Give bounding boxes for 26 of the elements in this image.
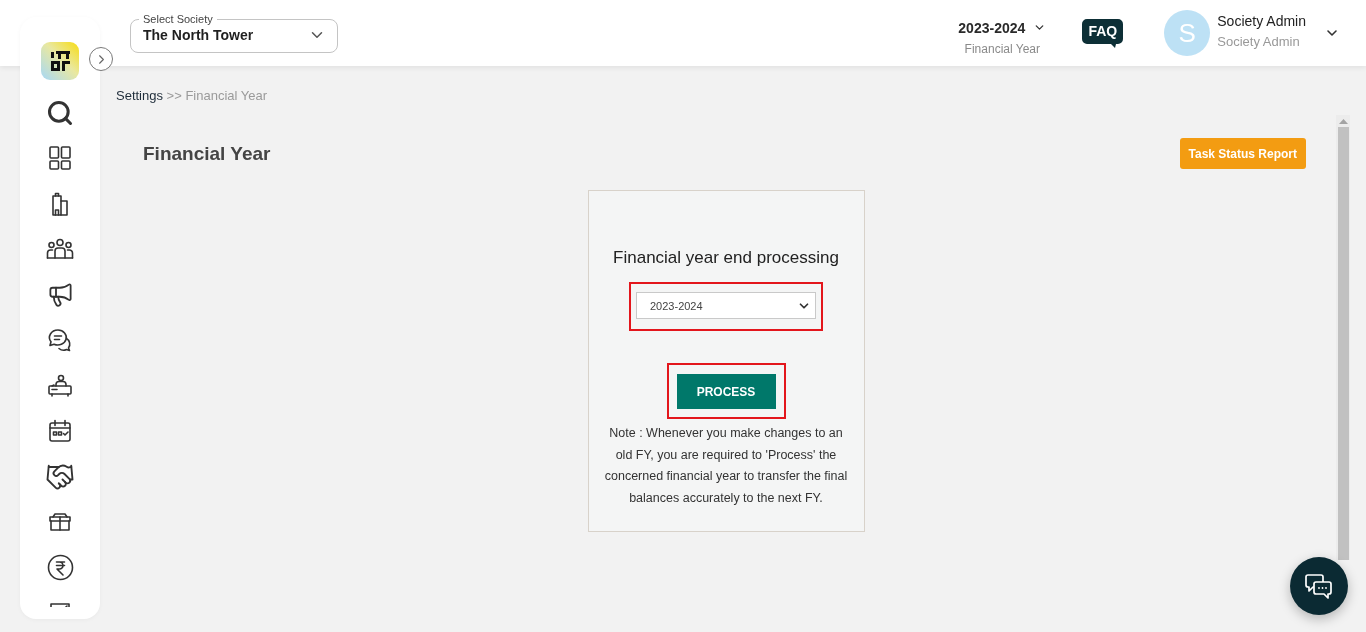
scrollbar-thumb[interactable] [1337, 127, 1349, 560]
person-at-desk-icon[interactable] [46, 372, 74, 399]
chat-icon[interactable] [47, 327, 73, 354]
logo-icon[interactable] [41, 42, 79, 80]
user-name: Society Admin [1217, 11, 1306, 30]
card-title: Financial year end processing [613, 248, 839, 268]
user-role: Society Admin [1217, 32, 1301, 51]
calendar-icon[interactable] [47, 418, 73, 445]
financial-year-caption: Financial Year [964, 41, 1040, 56]
dashboard-icon[interactable] [47, 145, 73, 172]
breadcrumb-link[interactable]: Settings [116, 88, 163, 103]
year-select[interactable]: 2023-2024 [636, 292, 816, 319]
sidebar-toggle-button[interactable] [89, 47, 113, 71]
financial-year-dropdown[interactable]: 2023-2024 [958, 18, 1047, 37]
faq-button[interactable]: FAQ [1082, 18, 1124, 48]
society-select[interactable]: Select Society The North Tower [130, 13, 338, 53]
scrollbar-track[interactable] [1336, 115, 1350, 560]
megaphone-icon[interactable] [46, 281, 74, 309]
page-title: Financial Year [143, 142, 271, 165]
process-button[interactable]: PROCESS [676, 374, 776, 409]
note-text: Note : Whenever you make changes to an old FY, you are required to 'Process' the concerned financial year to transfer the final balances accurately to the next FY. [603, 425, 849, 507]
chat-icon [1305, 573, 1333, 599]
search-icon[interactable] [46, 98, 74, 127]
rupee-icon[interactable] [46, 554, 74, 582]
breadcrumb-current: Financial Year [185, 88, 268, 103]
breadcrumb-separator: >> [166, 88, 182, 103]
